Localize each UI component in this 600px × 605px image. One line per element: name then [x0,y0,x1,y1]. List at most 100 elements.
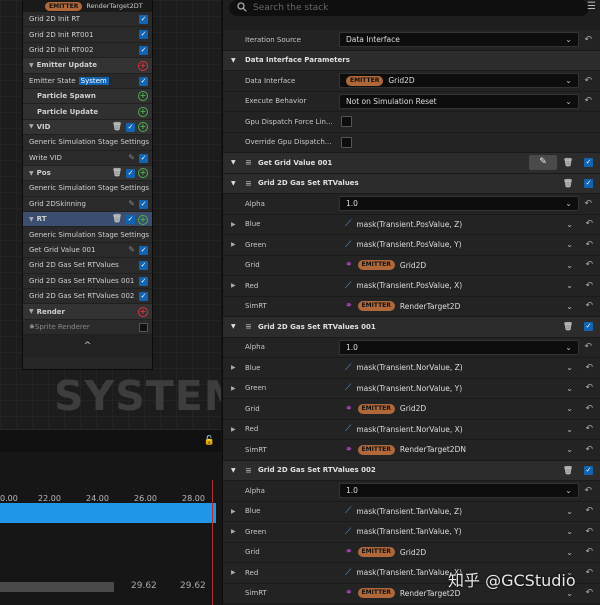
collapse-arrow-icon[interactable]: ▼ [231,467,236,474]
chevron-down-icon[interactable]: ⌄ [565,76,572,85]
delete-icon[interactable]: 🗑 [112,214,122,223]
stack-search-field[interactable]: Search the stack [229,0,589,16]
expand-arrow-icon[interactable]: ▶ [231,426,236,433]
property-value-field[interactable]: ⟋ mask(Transient.TanValue, Y) ⌄ ↶ [339,524,593,539]
add-module-icon[interactable]: + [138,91,148,102]
node-group-header[interactable]: ▼ Emitter Update + [23,58,152,74]
property-checkbox[interactable] [341,136,352,148]
collapse-arrow-icon[interactable]: ▼ [231,159,236,166]
node-module-item[interactable]: Generic Simulation Stage Settings [23,135,152,151]
expand-arrow-icon[interactable]: ▶ [231,569,236,576]
property-value-field[interactable]: ⟋ mask(Transient.NorValue, Y) ⌄ ↶ [339,381,593,396]
node-module-item[interactable]: Grid 2D Init RT001 ✓ [23,27,152,43]
expand-arrow-icon[interactable]: ▶ [231,282,236,289]
reset-icon[interactable]: ↶ [584,35,592,45]
node-module-item[interactable]: Grid 2DSkinning ✎ ✓ [23,196,152,213]
edit-icon[interactable]: ✎ [128,153,135,162]
enable-checkbox[interactable] [139,322,148,332]
node-group-header[interactable]: ▼ RT 🗑 ✓ + [23,212,152,228]
chevron-down-icon[interactable]: ⌄ [566,302,573,311]
chevron-down-icon[interactable]: ⌄ [565,35,572,44]
collapse-arrow-icon[interactable]: ▼ [231,57,236,64]
reset-icon[interactable]: ↶ [585,260,593,270]
property-value-field[interactable]: ⟋ mask(Transient.PosValue, Z) ⌄ ↶ [339,217,593,232]
chevron-down-icon[interactable]: ⌄ [565,486,572,495]
playhead-line[interactable] [212,480,213,605]
reset-icon[interactable]: ↶ [584,486,592,496]
expand-arrow-icon[interactable]: ▶ [231,528,236,535]
node-module-item[interactable]: Generic Simulation Stage Settings [23,227,152,243]
enable-checkbox[interactable]: ✓ [126,122,135,132]
drag-handle-icon[interactable]: ≡ [245,179,252,188]
reset-icon[interactable]: ↶ [585,363,593,373]
enable-checkbox[interactable]: ✓ [584,465,593,475]
reset-icon[interactable]: ↶ [585,547,593,557]
property-value-field[interactable]: Data Interface ⌄ ↶ [339,32,592,48]
lock-icon[interactable]: 🔓 [204,436,215,446]
collapse-arrow-icon[interactable]: ▼ [231,180,236,187]
edit-icon[interactable]: ✎ [128,199,135,208]
collapse-arrow-icon[interactable]: ▼ [231,323,236,330]
chevron-down-icon[interactable]: ⌄ [566,425,573,434]
reset-icon[interactable]: ↶ [585,240,593,250]
enable-checkbox[interactable]: ✓ [139,245,148,255]
reset-icon[interactable]: ↶ [584,76,592,86]
chevron-down-icon[interactable]: ⌄ [566,363,573,372]
node-module-item[interactable]: Get Grid Value 001 ✎ ✓ [23,242,152,259]
property-value-field[interactable]: ⟋ mask(Transient.PosValue, Y) ⌄ ↶ [339,237,593,252]
delete-icon[interactable]: 🗑 [563,179,573,188]
delete-icon[interactable]: 🗑 [563,466,573,475]
node-subgroup[interactable]: Particle Update + [23,104,152,120]
reset-icon[interactable]: ↶ [585,281,593,291]
add-module-icon[interactable]: + [138,168,148,179]
enable-checkbox[interactable]: ✓ [126,168,135,178]
enable-checkbox[interactable]: ✓ [139,199,148,209]
enable-checkbox[interactable]: ✓ [584,178,593,188]
reset-icon[interactable]: ↶ [585,383,593,393]
reset-icon[interactable]: ↶ [585,219,593,229]
timeline-track-bar[interactable] [0,503,216,523]
chevron-down-icon[interactable]: ⌄ [566,404,573,413]
collapse-arrow-icon[interactable]: ▼ [29,123,34,130]
reset-icon[interactable]: ↶ [585,568,593,578]
stack-section-header[interactable]: ▼ ≡ Grid 2D Gas Set RTValues 001 🗑 ✓ [223,317,600,338]
node-subgroup[interactable]: Particle Spawn + [23,88,152,105]
chevron-down-icon[interactable]: ⌄ [565,97,572,106]
reset-icon[interactable]: ↶ [585,404,593,414]
edit-module-icon[interactable]: ✎ [529,155,557,170]
chevron-down-icon[interactable]: ⌄ [566,240,573,249]
reset-icon[interactable]: ↶ [584,199,592,209]
property-value-field[interactable]: EMITTER Grid2D ⌄ ↶ [339,73,592,89]
collapse-node-button[interactable]: ^ [23,335,152,358]
edit-icon[interactable]: ✎ [128,245,135,254]
expand-arrow-icon[interactable]: ▶ [231,385,236,392]
property-value-field[interactable]: 1.0 ⌄ ↶ [339,339,592,355]
collapse-arrow-icon[interactable]: ▼ [29,62,34,69]
node-module-item[interactable]: Grid 2D Init RT ✓ [23,12,152,28]
property-value-field[interactable]: Not on Simulation Reset ⌄ ↶ [339,93,592,109]
add-module-icon[interactable]: + [138,306,148,317]
chevron-down-icon[interactable]: ⌄ [566,261,573,270]
collapse-arrow-icon[interactable]: ▼ [29,308,34,315]
enable-checkbox[interactable]: ✓ [139,276,148,286]
reset-icon[interactable]: ↶ [585,527,593,537]
property-value-field[interactable]: ⚭ EMITTER Grid2D ⌄ ↶ [339,401,593,416]
chevron-down-icon[interactable]: ⌄ [566,548,573,557]
reset-icon[interactable]: ↶ [585,424,593,434]
chevron-down-icon[interactable]: ⌄ [566,220,573,229]
chevron-down-icon[interactable]: ⌄ [566,384,573,393]
node-module-item[interactable]: Write VID ✎ ✓ [23,150,152,166]
reset-icon[interactable]: ↶ [585,301,593,311]
delete-icon[interactable]: 🗑 [563,158,573,167]
property-value-field[interactable]: 1.0 ⌄ ↶ [339,483,592,499]
property-value-field[interactable]: ⟋ mask(Transient.PosValue, X) ⌄ ↶ [339,278,593,293]
add-module-icon[interactable]: + [138,122,148,133]
stack-section-header[interactable]: ▼ ≡ Grid 2D Gas Set RTValues 002 🗑 ✓ [223,460,600,481]
property-value-field[interactable]: ⟋ mask(Transient.NorValue, X) ⌄ ↶ [339,422,593,437]
enable-checkbox[interactable]: ✓ [139,45,148,55]
add-module-icon[interactable]: + [138,214,148,225]
reset-icon[interactable]: ↶ [584,96,592,106]
property-value-field[interactable]: ⟋ mask(Transient.NorValue, Z) ⌄ ↶ [339,360,593,375]
drag-handle-icon[interactable]: ≡ [245,322,252,331]
reset-icon[interactable]: ↶ [585,506,593,516]
